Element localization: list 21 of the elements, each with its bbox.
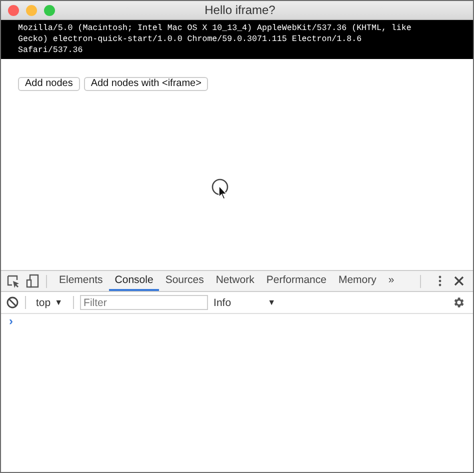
devtools-tab[interactable]: Memory xyxy=(332,271,382,291)
add-button[interactable]: Add nodes xyxy=(18,77,80,91)
devtools-tab[interactable]: Network xyxy=(210,271,260,291)
console-prompt: › xyxy=(8,313,14,330)
settings-icon[interactable] xyxy=(452,296,465,309)
window-title: Hello iframe? xyxy=(204,3,276,17)
context-select[interactable]: top ▼ xyxy=(32,296,67,308)
close-icon[interactable] xyxy=(453,275,465,287)
devtools-tab[interactable]: Sources xyxy=(159,271,210,291)
devtools-tab[interactable]: Console xyxy=(108,271,160,291)
log-levels-select[interactable]: Info ▼ xyxy=(212,296,276,308)
clear-console-icon[interactable] xyxy=(6,296,19,309)
user-agent-text: Mozilla/5.0 (Macintosh; Intel Mac OS X 10_13_4) AppleWebKit/537.36 (KHTML, like Gecko) electron-quick-start/1.0.0 Chrome/59.0.3071.115 Electron/1.8.6 Safari/537.36 xyxy=(18,23,412,56)
filter-field[interactable]: Filter xyxy=(80,295,208,310)
inspect-icon[interactable] xyxy=(6,274,20,288)
cursor-icon xyxy=(211,178,231,200)
more-tabs-button[interactable]: » xyxy=(382,271,400,291)
devtools-tab[interactable]: Elements xyxy=(53,271,109,291)
device-toolbar-icon[interactable] xyxy=(26,274,40,288)
add-button[interactable]: Add nodes with <iframe> xyxy=(84,77,208,91)
devtools-tab[interactable]: Performance xyxy=(260,271,332,291)
